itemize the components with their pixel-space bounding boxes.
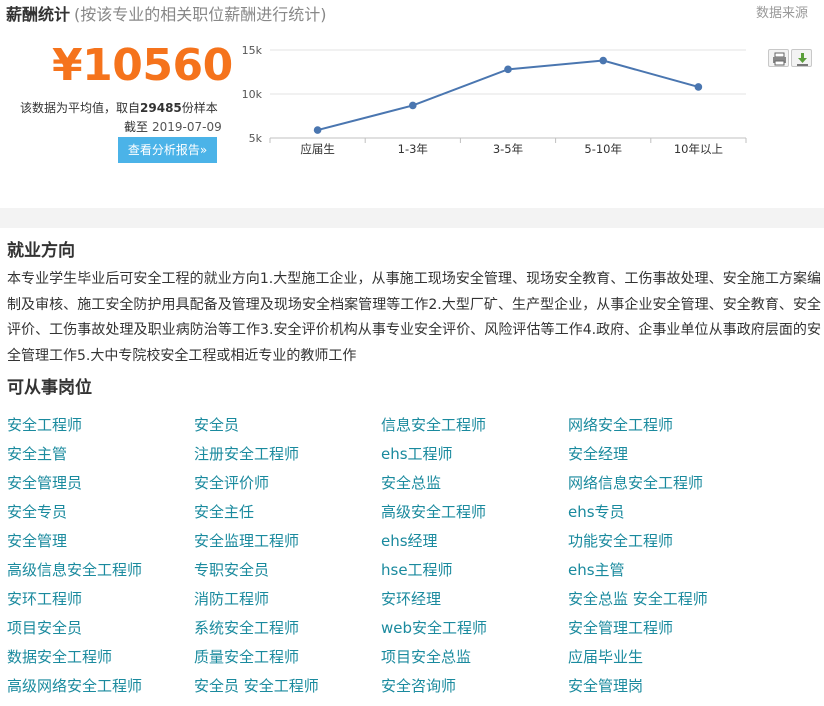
data-point: [504, 65, 512, 74]
section-divider: [0, 208, 824, 228]
position-link[interactable]: 安全监理工程师: [194, 528, 381, 554]
position-link[interactable]: 专职安全员: [194, 557, 381, 583]
positions-title: 可从事岗位: [7, 378, 92, 398]
data-source-link[interactable]: 数据来源: [756, 5, 808, 23]
position-link[interactable]: 安全总监: [381, 470, 568, 496]
salary-note: 该数据为平均值，取自29485份样本: [20, 100, 218, 116]
position-link[interactable]: 高级安全工程师: [381, 499, 568, 525]
y-tick-label: 15k: [242, 44, 263, 57]
position-link[interactable]: 项目安全员: [7, 615, 194, 641]
salary-title: 薪酬统计: [6, 5, 71, 24]
x-tick-label: 应届生: [300, 142, 335, 156]
position-link[interactable]: 信息安全工程师: [381, 412, 568, 438]
positions-grid: 安全工程师 安全员 信息安全工程师 网络安全工程师 安全主管 注册安全工程师 ehs工程师安…: [7, 412, 823, 702]
position-link[interactable]: 应届毕业生: [568, 644, 755, 670]
position-link[interactable]: hse工程师: [381, 557, 568, 583]
positions-row: 高级网络安全工程师 安全员 安全工程师 安全咨询师 安全管理岗: [7, 673, 823, 702]
position-link[interactable]: 安全评价师: [194, 470, 381, 496]
x-tick-label: 5-10年: [584, 142, 622, 156]
x-tick-label: 3-5年: [493, 142, 523, 156]
positions-row: 安全工程师 安全员 信息安全工程师 网络安全工程师: [7, 412, 823, 441]
position-link[interactable]: ehs专员: [568, 499, 755, 525]
career-section: 就业方向 本专业学生毕业后可安全工程的就业方向1.大型施工企业，从事施工现场安全…: [7, 239, 823, 369]
position-link[interactable]: 安全管理: [7, 528, 194, 554]
salary-header: 薪酬统计 (按该专业的相关职位薪酬进行统计): [6, 4, 327, 26]
positions-row: 安环工程师 消防工程师 安环经理 安全总监 安全工程师: [7, 586, 823, 615]
position-link[interactable]: ehs工程师: [381, 441, 568, 467]
sample-count: 29485: [140, 101, 182, 115]
y-tick-label: 5k: [249, 132, 263, 145]
positions-row: 安全管理员 安全评价师 安全总监 网络信息安全工程师: [7, 470, 823, 499]
data-point: [599, 56, 607, 65]
position-link[interactable]: 安全员 安全工程师: [194, 673, 381, 699]
salary-panel: 薪酬统计 (按该专业的相关职位薪酬进行统计) 数据来源 ¥10560 该数据为平均…: [0, 0, 824, 208]
salary-subtitle: (按该专业的相关职位薪酬进行统计): [74, 5, 327, 24]
position-link[interactable]: 数据安全工程师: [7, 644, 194, 670]
view-report-button[interactable]: 查看分析报告»: [118, 137, 217, 163]
positions-row: 安全主管 注册安全工程师 ehs工程师 安全经理: [7, 441, 823, 470]
x-tick-label: 10年以上: [674, 142, 723, 156]
positions-row: 项目安全员 系统安全工程师 web安全工程师 安全管理工程师: [7, 615, 823, 644]
career-title: 就业方向: [7, 241, 75, 261]
position-link[interactable]: ehs主管: [568, 557, 755, 583]
position-link[interactable]: 项目安全总监: [381, 644, 568, 670]
as-of-line: 截至 2019-07-09: [124, 119, 222, 135]
y-tick-label: 10k: [242, 88, 263, 101]
as-of-date: 2019-07-09: [152, 120, 222, 134]
average-salary: ¥10560: [52, 40, 233, 91]
print-icon[interactable]: [768, 49, 789, 67]
positions-section: 可从事岗位: [7, 376, 823, 400]
position-link[interactable]: 消防工程师: [194, 586, 381, 612]
positions-row: 数据安全工程师 质量安全工程师 项目安全总监 应届毕业生: [7, 644, 823, 673]
position-link[interactable]: web安全工程师: [381, 615, 568, 641]
position-link[interactable]: ehs经理: [381, 528, 568, 554]
position-link[interactable]: 高级网络安全工程师: [7, 673, 194, 699]
position-link[interactable]: 安全管理员: [7, 470, 194, 496]
salary-line-chart: 5k 10k 15k 应届生 1-3年 3-5年 5-10年 10年以上: [230, 38, 760, 163]
position-link[interactable]: 高级信息安全工程师: [7, 557, 194, 583]
x-tick-label: 1-3年: [398, 142, 428, 156]
position-link[interactable]: 功能安全工程师: [568, 528, 755, 554]
position-link[interactable]: 安全总监 安全工程师: [568, 586, 755, 612]
positions-row: 安全专员 安全主任 高级安全工程师 ehs专员: [7, 499, 823, 528]
salary-note-suffix: 份样本: [181, 101, 218, 115]
position-link[interactable]: 质量安全工程师: [194, 644, 381, 670]
data-point: [694, 83, 703, 91]
position-link[interactable]: 安全管理岗: [568, 673, 755, 699]
download-icon[interactable]: [791, 49, 812, 67]
chart-toolbar: [768, 49, 814, 68]
chart-svg: 5k 10k 15k 应届生 1-3年 3-5年 5-10年 10年以上: [242, 44, 747, 156]
positions-row: 高级信息安全工程师 专职安全员 hse工程师 ehs主管: [7, 557, 823, 586]
position-link[interactable]: 安环工程师: [7, 586, 194, 612]
position-link[interactable]: 安全工程师: [7, 412, 194, 438]
position-link[interactable]: 安全咨询师: [381, 673, 568, 699]
career-description: 本专业学生毕业后可安全工程的就业方向1.大型施工企业，从事施工现场安全管理、现场…: [7, 271, 821, 364]
position-link[interactable]: 安全专员: [7, 499, 194, 525]
position-link[interactable]: 安全员: [194, 412, 381, 438]
position-link[interactable]: 网络安全工程师: [568, 412, 755, 438]
data-point: [313, 126, 322, 134]
position-link[interactable]: 安全管理工程师: [568, 615, 755, 641]
position-link[interactable]: 网络信息安全工程师: [568, 470, 755, 496]
positions-row: 安全管理 安全监理工程师 ehs经理 功能安全工程师: [7, 528, 823, 557]
salary-note-prefix: 该数据为平均值，取自: [20, 101, 141, 115]
position-link[interactable]: 安环经理: [381, 586, 568, 612]
position-link[interactable]: 注册安全工程师: [194, 441, 381, 467]
position-link[interactable]: 安全经理: [568, 441, 755, 467]
data-point: [409, 101, 417, 110]
position-link[interactable]: 安全主管: [7, 441, 194, 467]
position-link[interactable]: 系统安全工程师: [194, 615, 381, 641]
as-of-label: 截至: [124, 120, 149, 134]
position-link[interactable]: 安全主任: [194, 499, 381, 525]
